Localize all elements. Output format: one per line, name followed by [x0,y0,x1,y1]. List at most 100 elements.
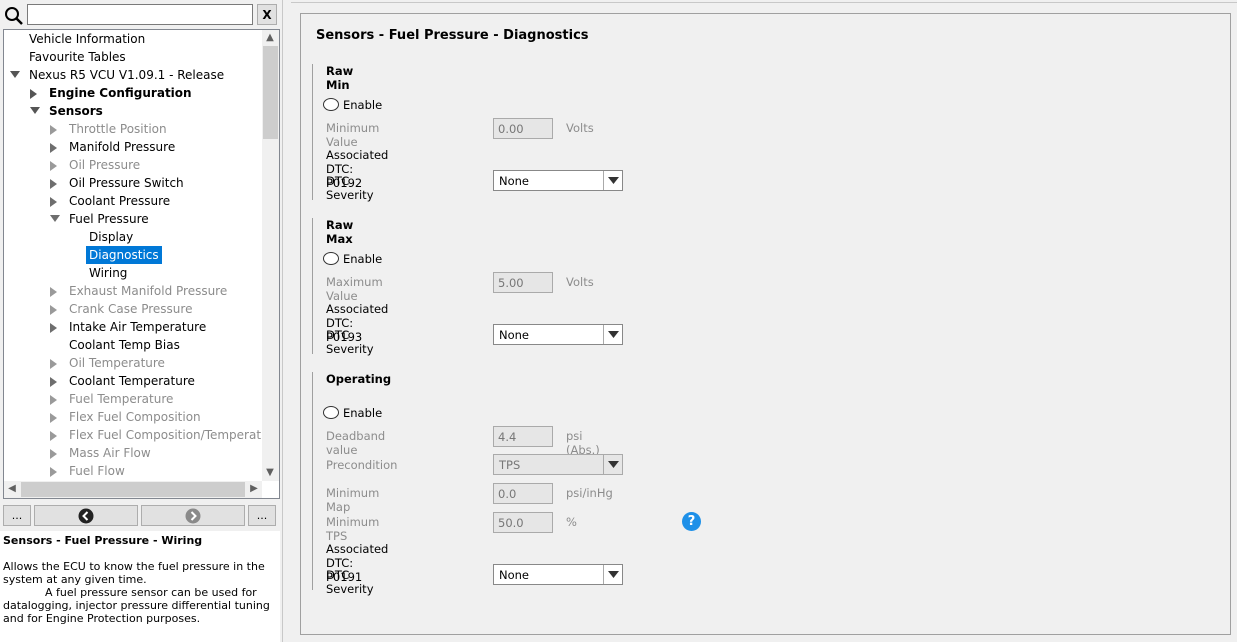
more-back-button[interactable]: ... [3,505,31,526]
scroll-up-icon[interactable]: ▲ [262,30,278,46]
scroll-left-icon[interactable]: ◀ [4,481,20,497]
group-title: Raw Max [326,218,354,246]
tree-item[interactable]: Fuel Temperature [4,390,262,408]
tree-item[interactable]: Intake Air Temperature [4,318,262,336]
tree-item[interactable]: Favourite Tables [4,48,262,66]
enable-radio[interactable] [323,252,339,265]
dropdown-arrow-icon[interactable] [603,171,622,190]
description-panel: Sensors - Fuel Pressure - Wiring Allows … [0,531,280,642]
collapse-arrow-icon[interactable] [49,138,61,156]
scroll-right-icon[interactable]: ▶ [246,481,262,497]
collapse-arrow-icon[interactable] [49,408,61,426]
dropdown-arrow-icon[interactable] [603,565,622,584]
deadband-value-input[interactable]: 4.4 [493,426,553,447]
raw-min-group: Raw Min Enable Minimum Value 0.00 Volts … [312,64,623,202]
tree-item[interactable]: Mass Air Flow [4,444,262,462]
page-title: Sensors - Fuel Pressure - Diagnostics [316,28,589,43]
dropdown-arrow-icon[interactable] [603,455,622,474]
enable-radio[interactable] [323,98,339,111]
tree-item[interactable]: Coolant Temperature [4,372,262,390]
maximum-value-label: Maximum Value [326,275,383,303]
tree-item-label: Coolant Temp Bias [69,338,180,352]
tree-item-label: Fuel Flow [69,464,125,478]
tree-item[interactable]: Coolant Temp Bias [4,336,262,354]
scrollbar-thumb[interactable] [21,482,245,497]
minimum-value-input[interactable]: 0.00 [493,118,553,139]
search-input[interactable] [27,4,253,25]
tree-item[interactable]: Oil Pressure Switch [4,174,262,192]
tree-item[interactable]: Flex Fuel Composition [4,408,262,426]
scrollbar-thumb[interactable] [263,46,278,139]
tree-item[interactable]: Fuel Flow [4,462,262,480]
expand-arrow-icon[interactable] [9,66,21,84]
horizontal-scrollbar[interactable]: ◀ ▶ [4,481,262,498]
tree-item[interactable]: Oil Temperature [4,354,262,372]
unit-label: % [566,515,577,529]
tree-item[interactable]: Oil Pressure [4,156,262,174]
tree-item-label: Fuel Temperature [69,392,174,406]
collapse-arrow-icon[interactable] [49,390,61,408]
collapse-arrow-icon[interactable] [49,426,61,444]
tree-item[interactable]: Coolant Pressure [4,192,262,210]
clear-search-button[interactable]: X [257,4,277,25]
vertical-scrollbar[interactable]: ▲ ▼ [262,30,279,481]
tree-item[interactable]: Flex Fuel Composition/Temperature S [4,426,279,444]
collapse-arrow-icon[interactable] [49,120,61,138]
help-icon[interactable]: ? [682,512,701,531]
minimum-map-input[interactable]: 0.0 [493,483,553,504]
tree-item[interactable]: Wiring [4,264,262,282]
navigation-tree: Vehicle Information Favourite Tables Nexus… [3,29,280,499]
dtc-severity-select[interactable]: None [493,324,623,345]
collapse-arrow-icon[interactable] [49,282,61,300]
collapse-arrow-icon[interactable] [49,300,61,318]
selected-value: None [499,174,530,188]
minimum-tps-input[interactable]: 50.0 [493,512,553,533]
tree-item[interactable]: Diagnostics [4,246,262,264]
tree-item-label: Coolant Temperature [69,374,195,388]
dtc-severity-select[interactable]: None [493,564,623,585]
maximum-value-input[interactable]: 5.00 [493,272,553,293]
tree-item[interactable]: Crank Case Pressure [4,300,262,318]
tree-item[interactable]: Sensors [4,102,262,120]
collapse-arrow-icon[interactable] [49,156,61,174]
pane-splitter[interactable] [282,0,290,642]
collapse-arrow-icon[interactable] [49,318,61,336]
tree-item[interactable]: Nexus R5 VCU V1.09.1 - Release [4,66,262,84]
minimum-value-label: Minimum Value [326,121,380,149]
back-button[interactable] [34,505,138,526]
tree-item[interactable]: Throttle Position [4,120,262,138]
tree-item-label: Display [89,230,134,244]
collapse-arrow-icon[interactable] [29,84,41,102]
collapse-arrow-icon[interactable] [49,372,61,390]
collapse-arrow-icon[interactable] [49,444,61,462]
tree-item[interactable]: Engine Configuration [4,84,262,102]
dtc-severity-select[interactable]: None [493,170,623,191]
tree-item-label: Wiring [89,266,128,280]
group-title: Operating [326,372,392,386]
selected-value: None [499,568,530,582]
collapse-arrow-icon[interactable] [49,174,61,192]
minimum-tps-label: Minimum TPS [326,515,380,543]
dropdown-arrow-icon[interactable] [603,325,622,344]
collapse-arrow-icon[interactable] [49,354,61,372]
tree-item[interactable]: Fuel Pressure [4,210,262,228]
enable-radio[interactable] [323,406,339,419]
tree-item-label: Crank Case Pressure [69,302,193,316]
tree-item[interactable]: Exhaust Manifold Pressure [4,282,262,300]
tree-item-label: Fuel Pressure [69,212,149,226]
precondition-select[interactable]: TPS [493,454,623,475]
expand-arrow-icon[interactable] [49,210,61,228]
unit-label: Volts [566,121,594,135]
forward-button[interactable] [141,505,245,526]
scroll-down-icon[interactable]: ▼ [262,465,278,481]
expand-arrow-icon[interactable] [29,102,41,120]
tree-item[interactable]: Manifold Pressure [4,138,262,156]
collapse-arrow-icon[interactable] [49,192,61,210]
tree-item[interactable]: Display [4,228,262,246]
enable-label: Enable [343,406,383,420]
collapse-arrow-icon[interactable] [49,462,61,480]
description-title: Sensors - Fuel Pressure - Wiring [3,534,203,547]
tree-item[interactable]: Vehicle Information [4,30,262,48]
dtc-severity-label: DTC Severity [326,328,374,356]
more-forward-button[interactable]: ... [248,505,276,526]
